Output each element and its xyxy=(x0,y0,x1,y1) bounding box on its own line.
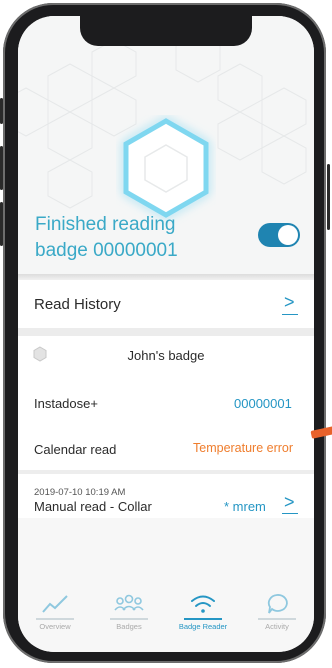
reading-status: Finished reading badge 00000001 xyxy=(35,212,235,264)
nav-overview[interactable]: Overview xyxy=(18,584,92,652)
wifi-icon xyxy=(191,595,215,613)
chat-bubble-icon xyxy=(267,594,288,614)
nav-activity-label: Activity xyxy=(265,622,289,631)
manual-read-chevron-icon[interactable]: > xyxy=(284,492,295,513)
badge-hexagon-icon xyxy=(123,118,209,218)
side-button-volume-down xyxy=(0,202,3,246)
read-history-label: Read History xyxy=(34,296,121,313)
nav-badges-underline xyxy=(110,618,148,620)
calendar-read-label: Calendar read xyxy=(34,442,117,457)
nav-badges[interactable]: Badges xyxy=(92,584,166,652)
side-button-mute xyxy=(0,98,3,124)
side-button-power xyxy=(327,164,330,230)
nav-badge-reader[interactable]: Badge Reader xyxy=(166,584,240,652)
nav-activity-underline xyxy=(258,618,296,620)
reader-toggle[interactable] xyxy=(258,223,300,247)
manual-read-timestamp: 2019-07-10 10:19 AM xyxy=(34,487,126,498)
manual-chevron-underline xyxy=(282,513,298,514)
app-screen: Finished reading badge 00000001 Read His… xyxy=(18,16,314,652)
nav-activity[interactable]: Activity xyxy=(240,584,314,652)
instadose-label: Instadose+ xyxy=(34,396,98,411)
chevron-underline xyxy=(282,314,298,315)
read-history-chevron-icon[interactable]: > xyxy=(284,292,295,313)
section-gap xyxy=(18,328,314,336)
badge-name: John's badge xyxy=(127,348,205,363)
chart-line-icon xyxy=(42,595,68,613)
side-button-volume-up xyxy=(0,146,3,190)
temperature-error-text: Temperature error xyxy=(193,441,294,455)
status-line-2: badge 00000001 xyxy=(35,240,178,261)
nav-overview-label: Overview xyxy=(39,622,71,631)
notch xyxy=(80,16,252,46)
nav-overview-underline xyxy=(36,618,74,620)
people-icon xyxy=(114,594,144,611)
nav-badges-label: Badges xyxy=(116,622,142,631)
nav-badge-reader-underline xyxy=(184,618,222,620)
manual-read-label: Manual read - Collar xyxy=(34,499,152,514)
bottom-nav: Overview Badges Badge Reader Activity xyxy=(18,584,314,652)
read-history-row[interactable]: Read History > xyxy=(18,280,314,328)
nav-badge-reader-label: Badge Reader xyxy=(178,622,228,631)
status-line-1: Finished reading xyxy=(35,214,176,235)
toggle-knob xyxy=(278,225,298,245)
instadose-value: 00000001 xyxy=(234,396,292,411)
manual-read-value: * mrem xyxy=(224,499,266,514)
reader-hero: Finished reading badge 00000001 xyxy=(18,16,314,274)
